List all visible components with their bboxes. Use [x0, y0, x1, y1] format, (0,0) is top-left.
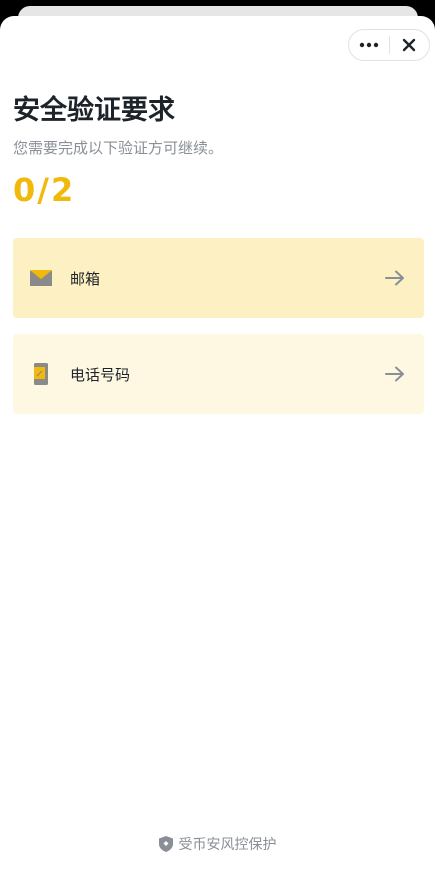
- more-button[interactable]: [349, 30, 389, 60]
- phone-verification-option[interactable]: 电话号码: [13, 334, 424, 414]
- risk-control-footer: 受币安风控保护: [0, 834, 435, 854]
- page-title: 安全验证要求: [13, 95, 175, 126]
- more-icon: [359, 42, 378, 48]
- phone-icon: [30, 363, 52, 385]
- page-subtitle: 您需要完成以下验证方可继续。: [13, 139, 224, 157]
- email-verification-option[interactable]: 邮箱: [13, 238, 424, 318]
- arrow-right-icon: [384, 363, 406, 385]
- verification-progress: 0/2: [13, 171, 76, 209]
- mini-program-capsule: [348, 29, 430, 61]
- shield-icon: [158, 836, 173, 852]
- arrow-right-icon: [384, 267, 406, 289]
- mail-icon: [30, 267, 52, 289]
- footer-text: 受币安风控保护: [178, 837, 277, 853]
- close-icon: [403, 38, 416, 52]
- email-option-label: 邮箱: [70, 269, 101, 288]
- close-button[interactable]: [389, 30, 429, 60]
- phone-option-label: 电话号码: [70, 365, 131, 384]
- verification-sheet: 安全验证要求 您需要完成以下验证方可继续。 0/2 邮箱 电话号码 受币安风控保…: [0, 16, 435, 876]
